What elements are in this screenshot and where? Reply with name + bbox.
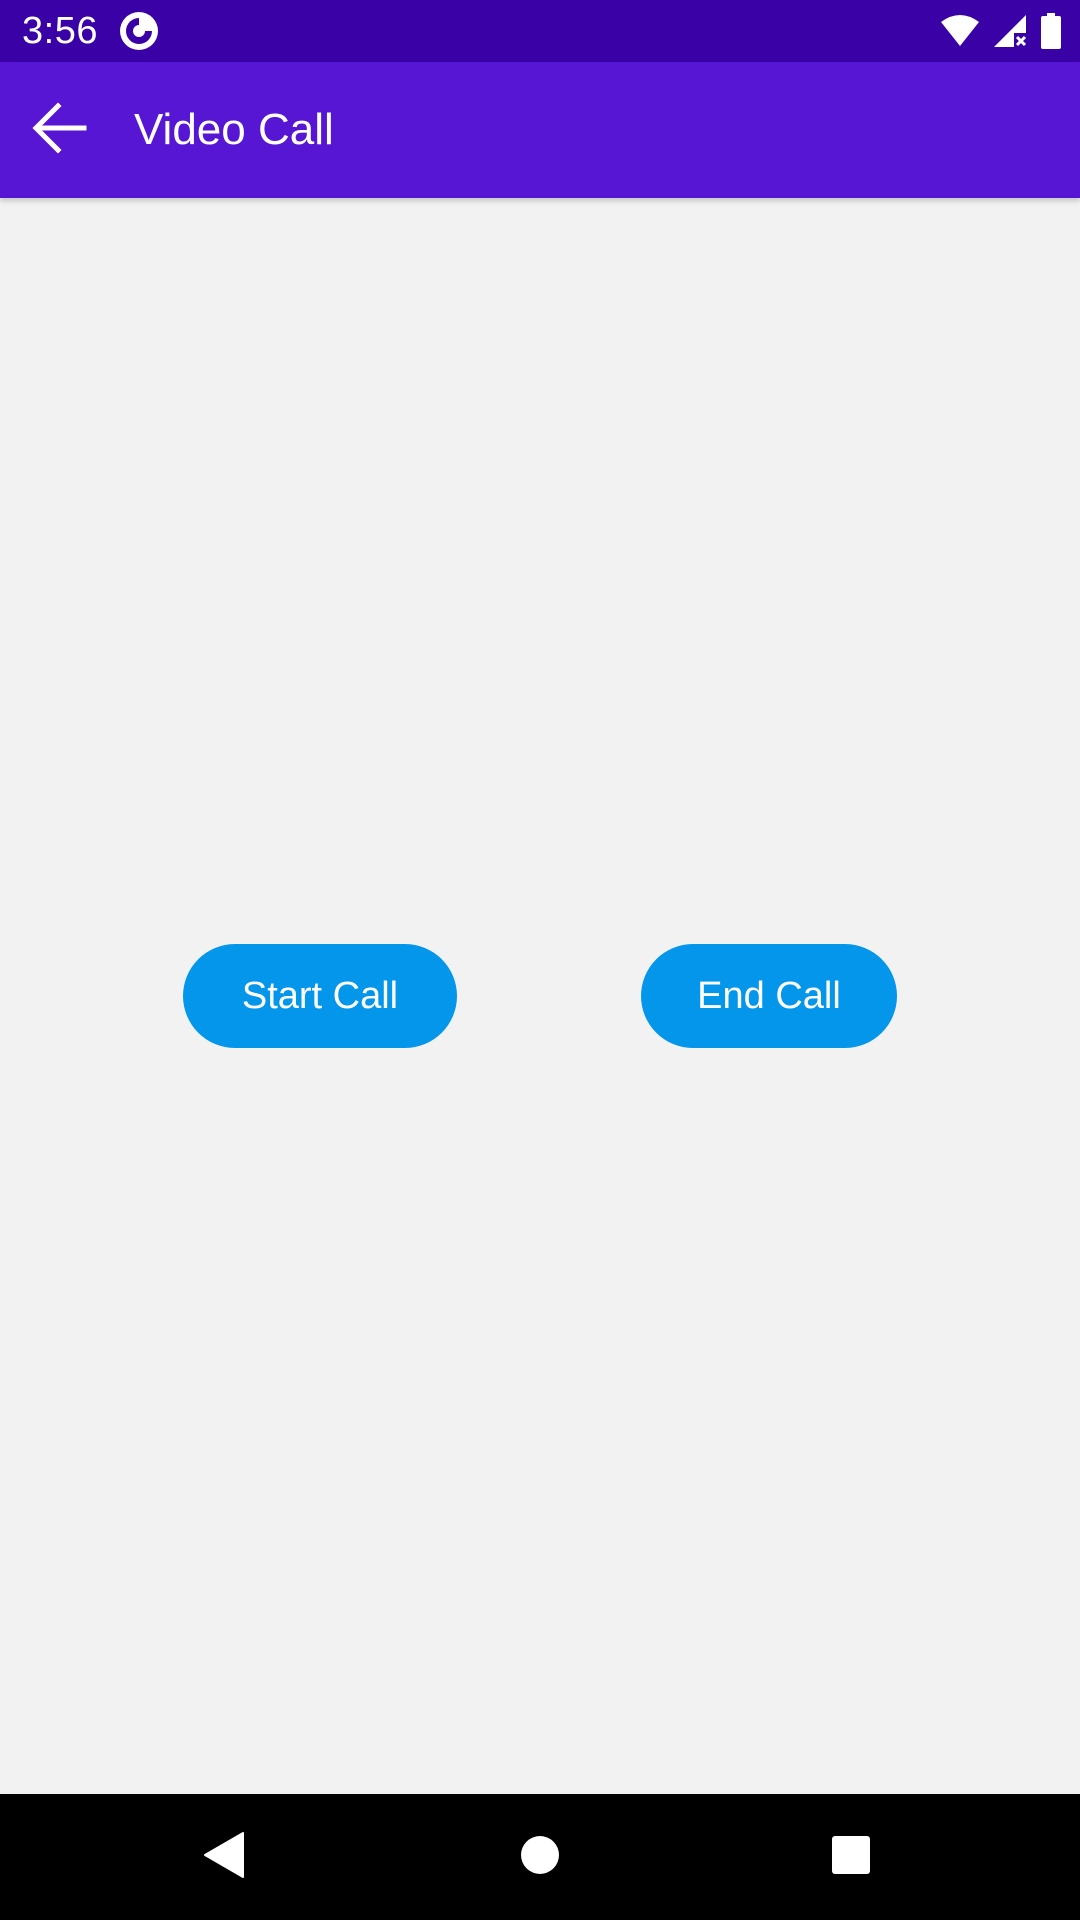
back-button[interactable]	[12, 82, 108, 178]
nav-home-button[interactable]	[500, 1817, 580, 1897]
wifi-icon	[940, 14, 980, 48]
back-triangle-icon	[203, 1831, 247, 1884]
arrow-back-icon	[32, 101, 88, 159]
app-bar: Video Call	[0, 62, 1080, 198]
home-circle-icon	[520, 1835, 560, 1880]
nav-back-button[interactable]	[185, 1817, 265, 1897]
cellular-no-signal-icon	[992, 13, 1028, 49]
start-call-button[interactable]: Start Call	[183, 944, 457, 1048]
nav-recents-button[interactable]	[811, 1817, 891, 1897]
status-time: 3:56	[22, 10, 98, 52]
battery-icon	[1040, 13, 1062, 49]
status-bar: 3:56	[0, 0, 1080, 62]
recents-square-icon	[831, 1835, 871, 1880]
status-icons	[940, 12, 1062, 50]
video-call-screen: 3:56 Video Call Start Call End Call	[0, 0, 1080, 1920]
navigation-bar	[0, 1794, 1080, 1920]
end-call-button[interactable]: End Call	[641, 944, 897, 1048]
app-notification-icon	[118, 10, 160, 52]
page-title: Video Call	[134, 105, 334, 154]
